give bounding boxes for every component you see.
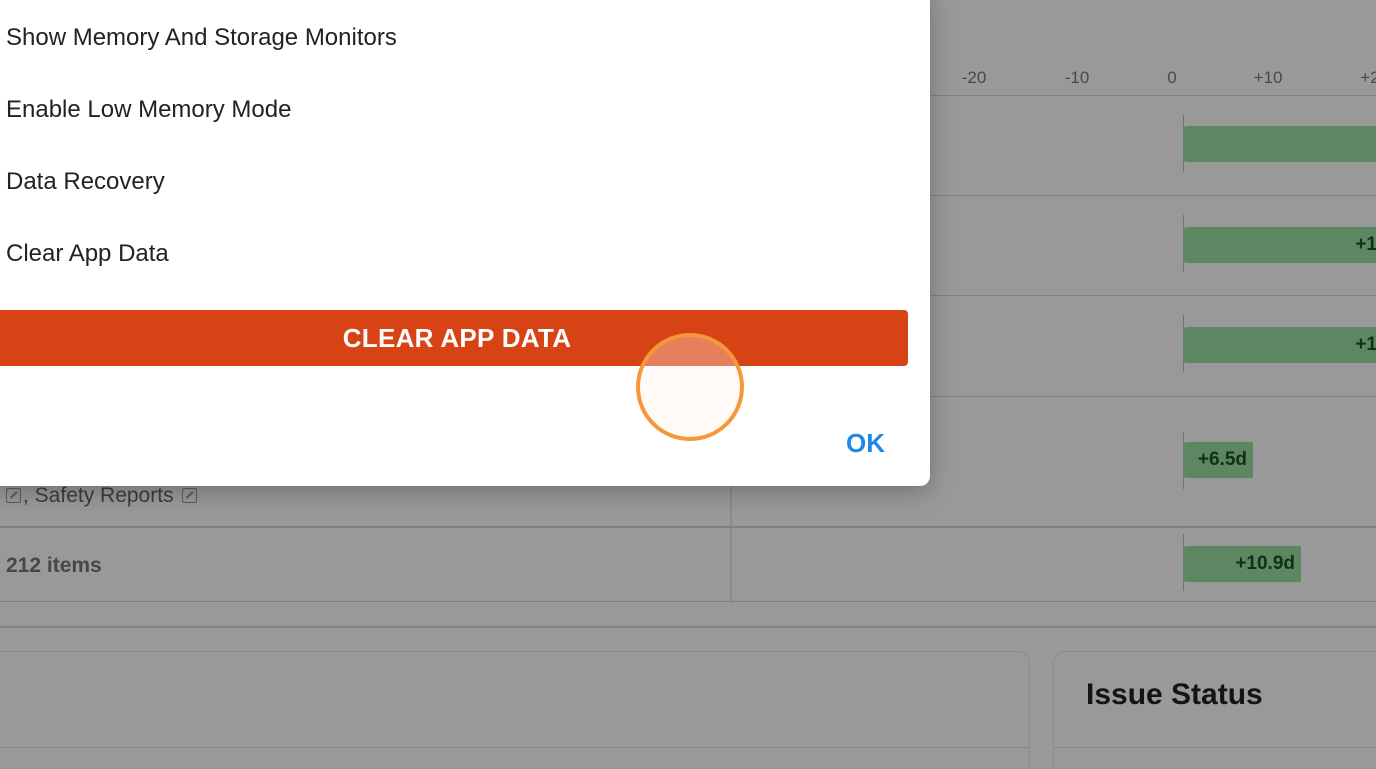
menu-item-clear-app-data[interactable]: Clear App Data <box>6 240 169 268</box>
settings-dialog: Show Memory And Storage Monitors Enable … <box>0 0 930 486</box>
menu-item-data-recovery[interactable]: Data Recovery <box>6 168 165 196</box>
menu-item-low-memory-mode[interactable]: Enable Low Memory Mode <box>6 96 291 124</box>
menu-item-show-memory-monitors[interactable]: Show Memory And Storage Monitors <box>6 24 397 52</box>
ok-button[interactable]: OK <box>846 428 885 459</box>
clear-app-data-button[interactable]: CLEAR APP DATA <box>0 310 908 366</box>
click-indicator <box>636 333 744 441</box>
